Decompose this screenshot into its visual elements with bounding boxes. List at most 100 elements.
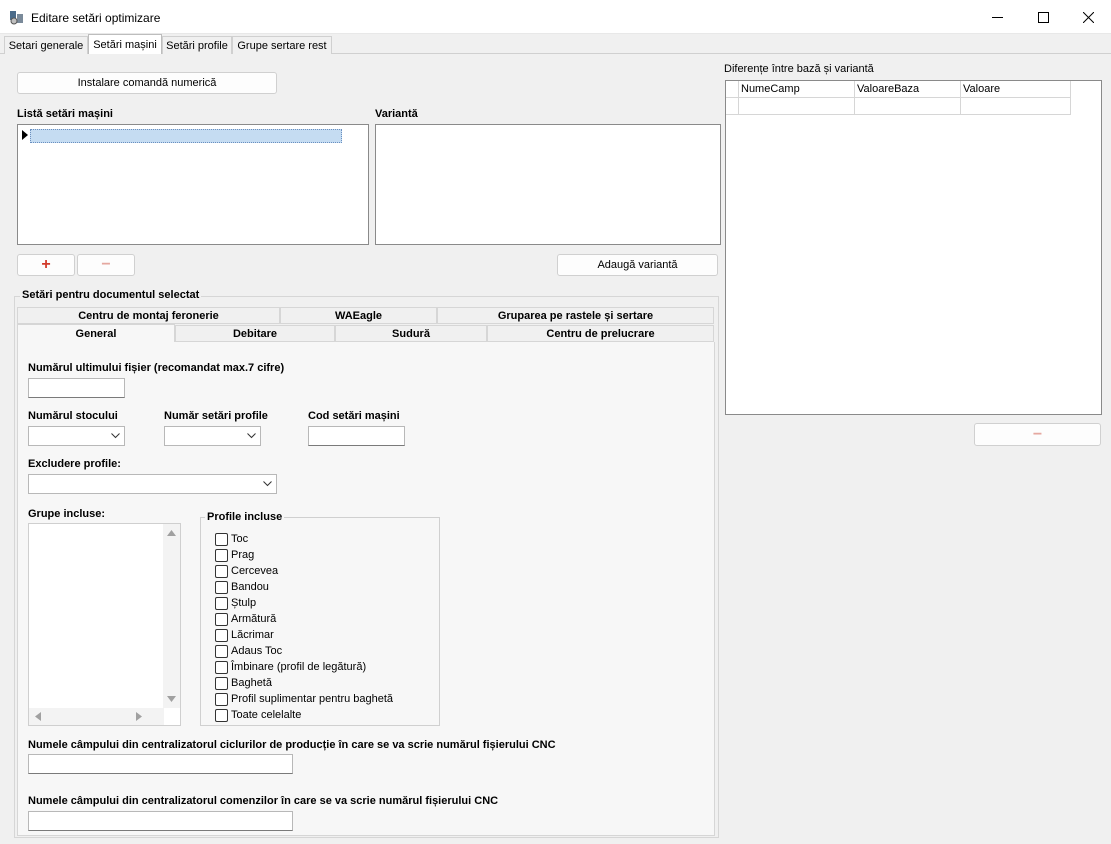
column-header-valoarebaza[interactable]: ValoareBaza <box>855 81 961 98</box>
profile-option[interactable]: Bandou <box>215 579 269 595</box>
checkbox[interactable] <box>215 660 228 674</box>
differences-grid[interactable]: NumeCamp ValoareBaza Valoare <box>725 80 1102 415</box>
orders-field-label: Numele câmpului din centralizatorul come… <box>28 795 499 807</box>
checkbox[interactable] <box>215 692 228 706</box>
profile-option[interactable]: Baghetă <box>215 675 272 691</box>
exclude-profiles-label: Excludere profile: <box>28 458 121 470</box>
machine-code-input[interactable] <box>308 426 405 446</box>
scroll-left-icon[interactable] <box>35 712 41 721</box>
add-variant-button[interactable]: Adaugă variantă <box>557 254 718 276</box>
tab-machine-settings[interactable]: Setări mașini <box>88 34 162 54</box>
maximize-button[interactable] <box>1020 0 1066 34</box>
row-header-cell <box>726 98 739 115</box>
tab-machining-center[interactable]: Centru de prelucrare <box>487 325 714 342</box>
remove-machine-button[interactable]: − <box>77 254 135 276</box>
tab-rack-grouping[interactable]: Gruparea pe rastele și sertare <box>437 307 714 324</box>
profile-option[interactable]: Îmbinare (profil de legătură) <box>215 659 366 675</box>
grid-header-row: NumeCamp ValoareBaza Valoare <box>726 81 1071 98</box>
tab-waeagle[interactable]: WAEagle <box>280 307 437 324</box>
close-icon <box>1082 11 1094 23</box>
list-item[interactable] <box>30 129 342 143</box>
checkbox[interactable] <box>215 580 228 594</box>
checkbox[interactable] <box>215 564 228 578</box>
last-file-label: Numărul ultimului fișier (recomandat max… <box>28 362 285 374</box>
maximize-icon <box>1037 11 1049 23</box>
last-file-input[interactable] <box>28 378 125 398</box>
checkbox-label: Cercevea <box>231 565 279 577</box>
tab-drawer-groups[interactable]: Grupe sertare rest <box>232 36 332 54</box>
checkbox-label: Toate celelalte <box>231 709 302 721</box>
tab-welding[interactable]: Sudură <box>335 325 487 342</box>
checkbox-label: Ștulp <box>231 597 257 609</box>
tab-cutting[interactable]: Debitare <box>175 325 335 342</box>
row-header-cell <box>726 81 739 98</box>
checkbox[interactable] <box>215 628 228 642</box>
chevron-down-icon <box>111 433 120 439</box>
profile-option[interactable]: Profil suplimentar pentru baghetă <box>215 691 393 707</box>
chevron-down-icon <box>247 433 256 439</box>
included-groups-list[interactable] <box>28 523 181 726</box>
checkbox-label: Îmbinare (profil de legătură) <box>231 661 367 673</box>
stock-number-label: Numărul stocului <box>28 410 118 422</box>
scroll-up-icon[interactable] <box>167 530 176 536</box>
grid-cell[interactable] <box>961 98 1071 115</box>
grid-cell[interactable] <box>855 98 961 115</box>
column-header-numecamp[interactable]: NumeCamp <box>739 81 855 98</box>
cycles-field-input[interactable] <box>28 754 293 774</box>
orders-field-input[interactable] <box>28 811 293 831</box>
checkbox[interactable] <box>215 612 228 626</box>
machine-code-label: Cod setări mașini <box>308 410 400 422</box>
profile-option[interactable]: Armătură <box>215 611 276 627</box>
title-bar <box>0 0 1111 34</box>
machine-settings-list[interactable] <box>17 124 369 245</box>
install-cnc-button[interactable]: Instalare comandă numerică <box>17 72 277 94</box>
profile-option[interactable]: Prag <box>215 547 254 563</box>
table-row[interactable] <box>726 98 1071 115</box>
grid-cell[interactable] <box>739 98 855 115</box>
variant-list[interactable] <box>375 124 721 245</box>
column-header-valoare[interactable]: Valoare <box>961 81 1071 98</box>
profile-option[interactable]: Toc <box>215 531 248 547</box>
chevron-down-icon <box>263 481 272 487</box>
profile-option[interactable]: Cercevea <box>215 563 278 579</box>
checkbox[interactable] <box>215 708 228 722</box>
checkbox-label: Lăcrimar <box>231 629 274 641</box>
variant-label: Variantă <box>375 108 418 120</box>
horizontal-scrollbar[interactable] <box>29 708 164 725</box>
scroll-down-icon[interactable] <box>167 696 176 702</box>
profile-option[interactable]: Ștulp <box>215 595 256 611</box>
checkbox[interactable] <box>215 644 228 658</box>
stock-number-select[interactable] <box>28 426 125 446</box>
app-icon <box>10 11 23 25</box>
profile-settings-select[interactable] <box>164 426 261 446</box>
profile-option[interactable]: Toate celelalte <box>215 707 301 723</box>
close-button[interactable] <box>1065 0 1111 34</box>
add-machine-button[interactable]: + <box>17 254 75 276</box>
checkbox[interactable] <box>215 596 228 610</box>
checkbox-label: Adaus Toc <box>231 645 283 657</box>
scroll-right-icon[interactable] <box>136 712 142 721</box>
vertical-scrollbar[interactable] <box>163 524 180 708</box>
checkbox-label: Prag <box>231 549 255 561</box>
machine-list-label: Listă setări mașini <box>17 108 113 120</box>
checkbox-label: Bandou <box>231 581 269 593</box>
checkbox[interactable] <box>215 676 228 690</box>
remove-difference-button[interactable]: − <box>974 423 1101 446</box>
profile-checkbox-list: Toc Prag Cercevea Bandou Ștulp Armătură … <box>215 531 435 726</box>
window-title: Editare setări optimizare <box>31 11 161 25</box>
row-pointer-icon <box>22 130 28 140</box>
checkbox[interactable] <box>215 548 228 562</box>
exclude-profiles-select[interactable] <box>28 474 277 494</box>
profile-option[interactable]: Lăcrimar <box>215 627 274 643</box>
tab-general[interactable]: General <box>17 324 175 343</box>
checkbox[interactable] <box>215 532 228 546</box>
minimize-icon <box>991 16 1003 18</box>
tab-general-settings[interactable]: Setari generale <box>4 36 88 54</box>
profile-option[interactable]: Adaus Toc <box>215 643 282 659</box>
checkbox-label: Toc <box>231 533 249 545</box>
tab-profile-settings[interactable]: Setări profile <box>162 36 232 54</box>
differences-label: Diferențe între bază și variantă <box>724 63 874 75</box>
profile-settings-number-label: Număr setări profile <box>164 410 268 422</box>
tab-hardware-center[interactable]: Centru de montaj feronerie <box>17 307 280 324</box>
minimize-button[interactable] <box>974 0 1020 34</box>
